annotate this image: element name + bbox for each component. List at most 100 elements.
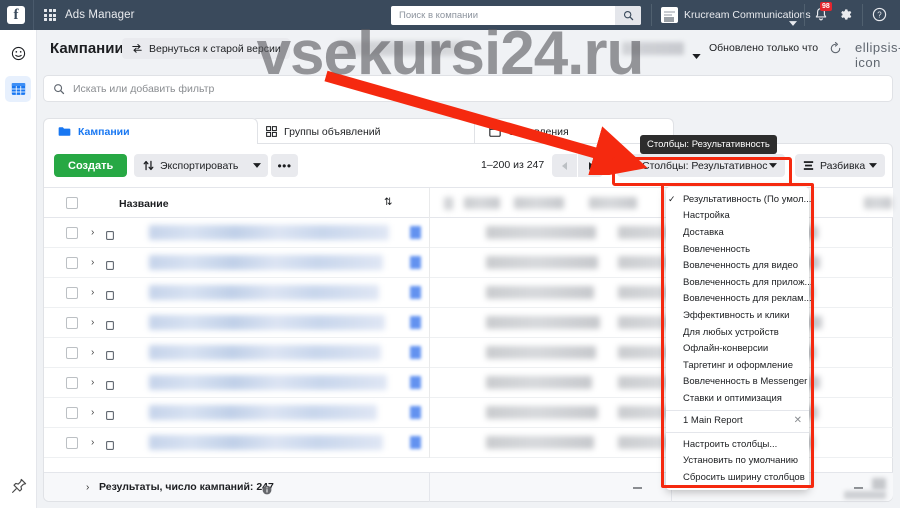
updated-status: Обновлено только что (709, 42, 819, 54)
toolbar-more-button[interactable]: ••• (271, 154, 298, 177)
totals-dash (633, 487, 642, 489)
company-search[interactable] (391, 6, 641, 25)
menu-item-label: Ставки и оптимизация (683, 392, 782, 404)
notification-badge: 98 (820, 2, 832, 12)
redacted-cell (486, 406, 598, 419)
return-to-old-version-button[interactable]: Вернуться к старой версии (122, 38, 290, 59)
expand-row-icon[interactable]: › (91, 257, 94, 268)
sidebar-item-audience[interactable] (5, 40, 31, 66)
column-divider (429, 248, 430, 278)
columns-button[interactable]: Столбцы: Результативнос (617, 154, 785, 177)
menu-item-performance-and-clicks[interactable]: Эффективность и клики (666, 307, 809, 324)
ads-manager-screen: f Ads Manager Krucream Communications (0, 0, 900, 508)
close-icon[interactable]: ✕ (794, 415, 802, 426)
grid-9-dots-icon[interactable] (44, 9, 56, 21)
menu-item-offline-conversions[interactable]: Офлайн-конверсии (666, 340, 809, 357)
redacted-toggle (410, 346, 421, 359)
row-type-icon (106, 227, 114, 245)
info-circle-icon[interactable] (262, 482, 272, 500)
menu-item-app-engagement[interactable]: Вовлеченность для прилож... (666, 274, 812, 291)
chevron-down-icon[interactable] (692, 46, 701, 64)
table-icon (11, 83, 25, 95)
divider (862, 4, 863, 26)
chevron-right-icon[interactable]: › (86, 482, 89, 493)
tab-campaigns-label: Кампании (78, 125, 130, 138)
redacted-column-header (589, 197, 637, 209)
row-checkbox[interactable] (66, 227, 78, 239)
help-circle-icon[interactable]: ? (872, 7, 887, 27)
expand-row-icon[interactable]: › (91, 347, 94, 358)
page-header: Кампании Вернуться к старой версии Обнов… (37, 30, 900, 70)
gear-icon[interactable] (838, 7, 853, 27)
menu-item-engagement[interactable]: Вовлеченность (666, 241, 809, 258)
redacted-toggle (410, 226, 421, 239)
menu-item-delivery[interactable]: Доставка (666, 224, 809, 241)
filter-bar[interactable] (43, 75, 893, 102)
row-checkbox[interactable] (66, 317, 78, 329)
totals-dash (854, 487, 863, 489)
search-glyph (623, 10, 633, 21)
row-type-icon (106, 377, 114, 395)
sort-arrows-icon[interactable]: ⇅ (384, 197, 392, 208)
row-checkbox[interactable] (66, 287, 78, 299)
pushpin-icon[interactable] (0, 478, 37, 494)
menu-item-messenger-engagement[interactable]: Вовлеченность в Messenger (666, 374, 809, 391)
row-checkbox[interactable] (66, 377, 78, 389)
export-button[interactable]: Экспортировать (134, 154, 248, 177)
search-icon[interactable] (615, 6, 641, 25)
account-thumbnail (661, 7, 678, 23)
menu-item-cross-device[interactable]: Для любых устройств (666, 324, 809, 341)
row-checkbox[interactable] (66, 257, 78, 269)
row-checkbox[interactable] (66, 347, 78, 359)
pagination-prev-button[interactable] (552, 154, 577, 177)
expand-row-icon[interactable]: › (91, 407, 94, 418)
redacted-campaign-name (149, 225, 389, 240)
audience-icon (11, 46, 25, 60)
filter-input[interactable] (65, 82, 892, 95)
column-divider (429, 308, 430, 338)
row-checkbox[interactable] (66, 407, 78, 419)
menu-item-performance[interactable]: ✓ Результативность (По умол... (666, 191, 811, 208)
expand-row-icon[interactable]: › (91, 227, 94, 238)
menu-item-video-engagement[interactable]: Вовлеченность для видео (666, 257, 809, 274)
tab-campaigns[interactable]: Кампании (43, 118, 258, 144)
expand-row-icon[interactable]: › (91, 437, 94, 448)
menu-item-bidding-and-optimization[interactable]: Ставки и оптимизация (666, 390, 809, 407)
export-dropdown-button[interactable] (245, 154, 268, 177)
tab-ad-sets[interactable]: Группы объявлений (251, 118, 481, 144)
menu-item-reset-column-widths[interactable]: Сбросить ширину столбцов (666, 469, 809, 486)
header-more-icon[interactable]: ellipsis-icon (855, 40, 900, 70)
redacted-column-header (444, 197, 453, 210)
menu-item-customize-columns[interactable]: Настроить столбцы... (666, 436, 809, 453)
menu-item-targeting-and-creative[interactable]: Таргетинг и оформление (666, 357, 809, 374)
redacted-total (844, 491, 886, 499)
facebook-logo-icon[interactable]: f (7, 6, 25, 24)
create-button[interactable]: Создать (54, 154, 128, 177)
refresh-icon[interactable] (829, 41, 842, 60)
column-divider (429, 473, 430, 502)
breakdown-button[interactable]: Разбивка (795, 154, 885, 177)
redacted-toggle (410, 316, 421, 329)
expand-row-icon[interactable]: › (91, 287, 94, 298)
menu-item-setup[interactable]: Настройка (666, 208, 809, 225)
svg-text:?: ? (877, 11, 882, 20)
row-checkbox[interactable] (66, 437, 78, 449)
search-input[interactable] (391, 10, 615, 21)
sidebar-item-table[interactable] (5, 76, 31, 102)
redacted-campaign-name (149, 255, 383, 270)
redacted-cell (486, 436, 594, 449)
select-all-checkbox[interactable] (66, 197, 78, 209)
chevron-down-icon[interactable] (789, 13, 797, 31)
menu-item-ad-engagement[interactable]: Вовлеченность для реклам... (666, 291, 812, 308)
expand-row-icon[interactable]: › (91, 377, 94, 388)
breakdown-icon (803, 161, 814, 170)
redacted-campaign-name (149, 315, 385, 330)
redacted-total (872, 478, 886, 490)
redacted-column-header (864, 197, 892, 209)
totals-label: Результаты, число кампаний: 247 (99, 481, 274, 493)
expand-row-icon[interactable]: › (91, 317, 94, 328)
menu-item-saved-report[interactable]: 1 Main Report ✕ (666, 409, 809, 429)
pagination-next-button[interactable] (578, 154, 603, 177)
menu-item-set-as-default[interactable]: Установить по умолчанию (666, 452, 809, 469)
column-header-name: Название (119, 198, 169, 210)
